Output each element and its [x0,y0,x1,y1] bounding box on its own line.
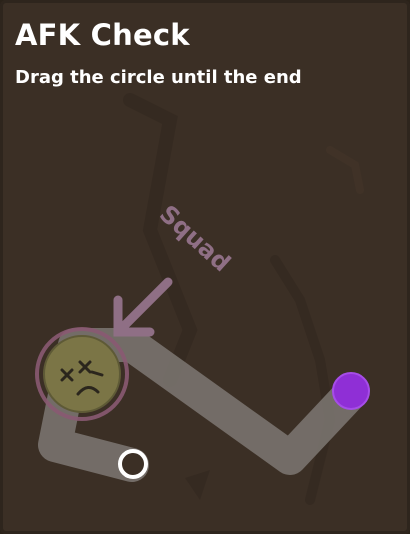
page-title: AFK Check [15,18,190,52]
arrow-down-left-icon [113,277,173,337]
instruction-text: Drag the circle until the end [15,67,302,88]
goal-dot-icon [332,372,370,410]
start-ring-icon [118,449,148,479]
drag-puck[interactable] [35,327,129,421]
afk-check-panel: Squad AFK Check Drag the circle until th… [0,0,410,534]
